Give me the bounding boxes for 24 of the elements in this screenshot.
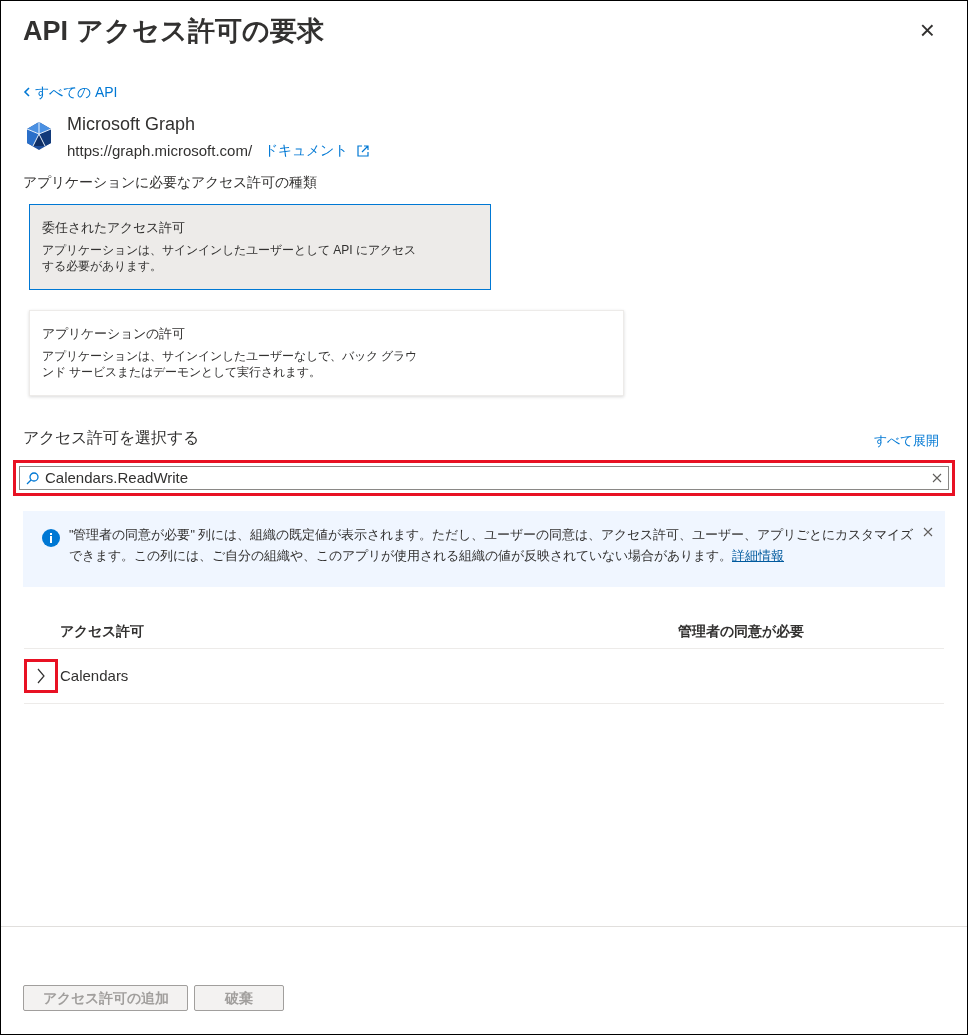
permission-type-card[interactable]: 委任されたアクセス許可 アプリケーションは、サインインしたユーザーとして API にアクセスする必要があります。 [29, 204, 491, 290]
info-icon [41, 528, 61, 548]
external-link-icon [356, 143, 371, 158]
close-button[interactable]: × [919, 17, 935, 43]
panel-title: API アクセス許可の要求 [23, 15, 324, 48]
info-text: "管理者の同意が必要" 列には、組織の既定値が表示されます。ただし、ユーザーの同意は、アクセス許可、ユーザー、アプリごとにカスタマイズできます。この列には、ご自分の組織や、このアプリが使用される組織の値が反映されていない場合があります。詳細情報 [69, 527, 915, 565]
api-url: https://graph.microsoft.com/ [67, 140, 253, 161]
chevron-left-icon [23, 87, 31, 97]
column-header: アクセス許可 [60, 622, 145, 641]
api-name: Microsoft Graph [67, 112, 197, 136]
expand-all-link[interactable]: すべて展開 [874, 430, 939, 450]
permission-type-card[interactable]: アプリケーションの許可 アプリケーションは、サインインしたユーザーなしで、バック グラウンド サービスまたはデーモンとして実行されます。 [29, 310, 624, 396]
column-header: 管理者の同意が必要 [678, 622, 804, 641]
expand-button[interactable] [24, 659, 58, 693]
chevron-right-icon [36, 668, 46, 684]
close-banner-button[interactable] [923, 527, 933, 537]
search-icon [26, 471, 39, 485]
learn-more-link[interactable]: 詳細情報 [732, 549, 784, 563]
permission-group-name: Calendars [60, 665, 129, 686]
type-question: アプリケーションに必要なアクセス許可の種類 [23, 173, 318, 192]
section-title: アクセス許可を選択する [23, 428, 199, 448]
clear-icon[interactable] [932, 473, 942, 483]
back-link[interactable]: すべての API [23, 81, 118, 103]
docs-link[interactable]: ドキュメント [264, 140, 371, 162]
